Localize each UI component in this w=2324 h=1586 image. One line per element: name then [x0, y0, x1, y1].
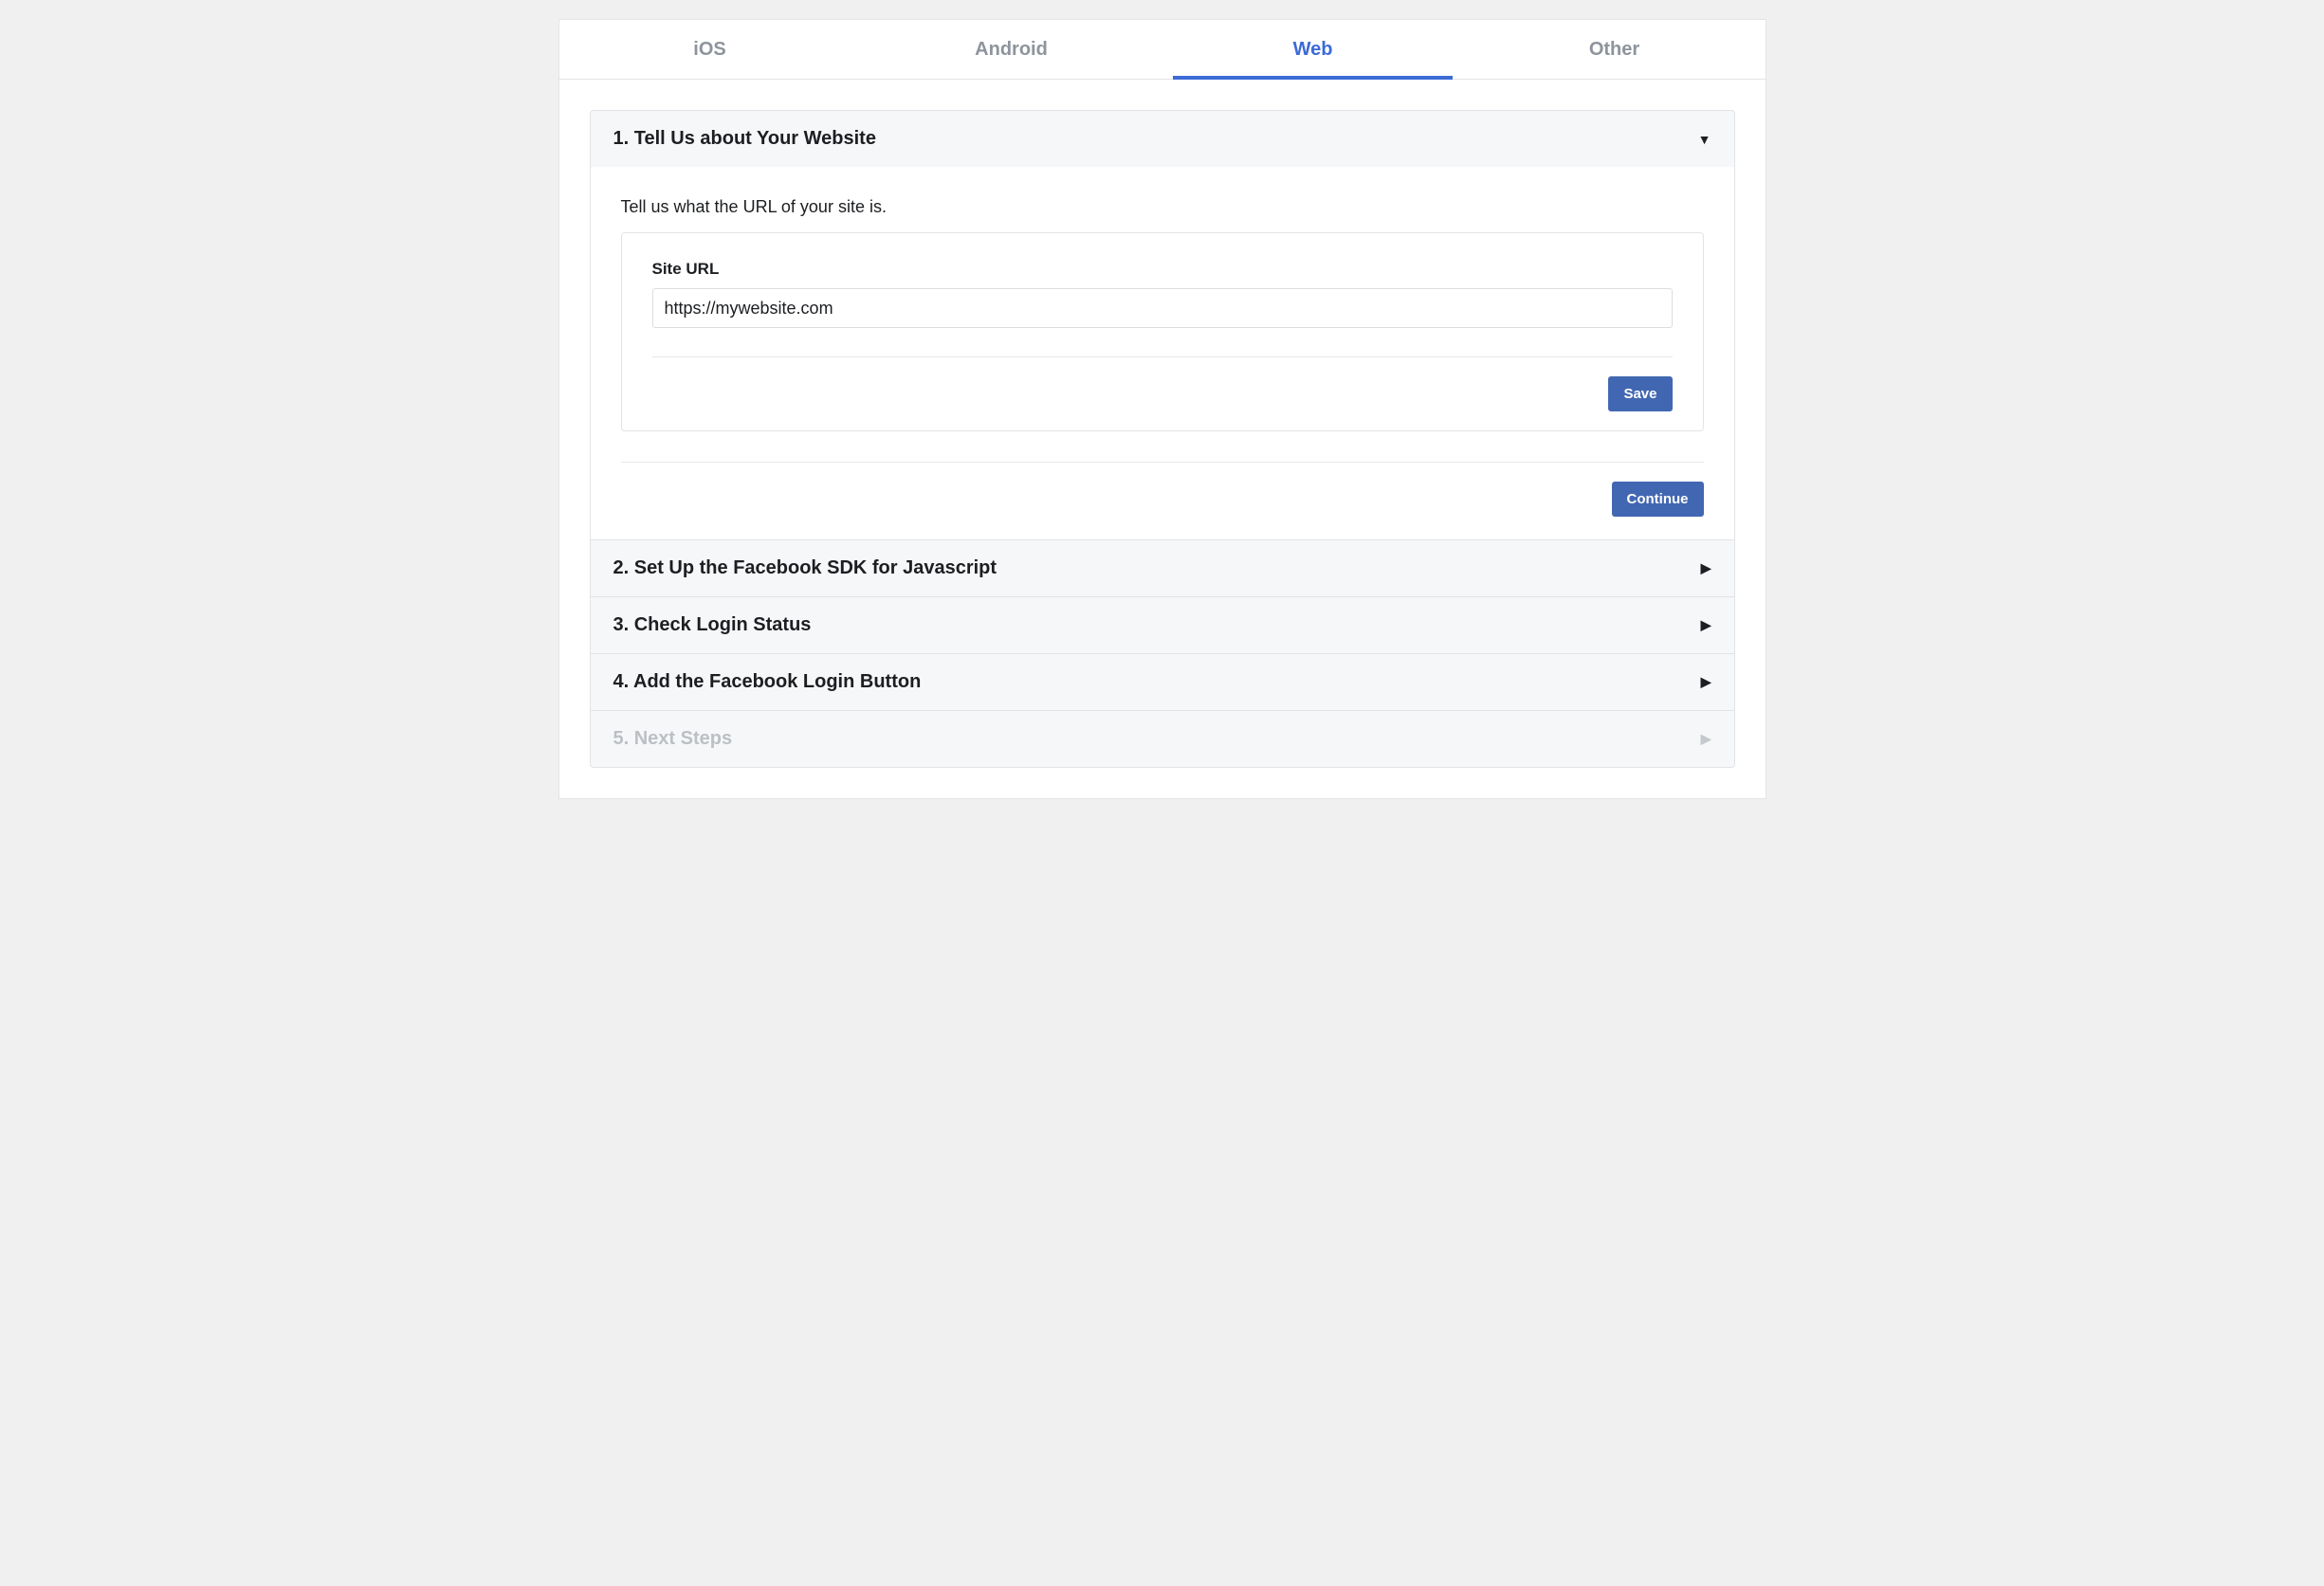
- step-4: 4. Add the Facebook Login Button ▶: [591, 654, 1734, 711]
- step-1-header[interactable]: 1. Tell Us about Your Website ▼: [591, 111, 1734, 167]
- site-url-label: Site URL: [652, 260, 1673, 279]
- content-area: 1. Tell Us about Your Website ▼ Tell us …: [559, 80, 1766, 798]
- step-title: 1. Tell Us about Your Website: [613, 128, 876, 150]
- step-3: 3. Check Login Status ▶: [591, 597, 1734, 654]
- site-url-card: Site URL Save: [621, 232, 1704, 431]
- step-1: 1. Tell Us about Your Website ▼ Tell us …: [591, 111, 1734, 540]
- step-2: 2. Set Up the Facebook SDK for Javascrip…: [591, 540, 1734, 597]
- step-title: 4. Add the Facebook Login Button: [613, 671, 922, 693]
- tab-label: Web: [1293, 39, 1333, 61]
- chevron-right-icon: ▶: [1701, 731, 1711, 747]
- step-2-header[interactable]: 2. Set Up the Facebook SDK for Javascrip…: [591, 540, 1734, 596]
- site-url-input[interactable]: [652, 288, 1673, 328]
- continue-button[interactable]: Continue: [1612, 482, 1704, 517]
- tab-other[interactable]: Other: [1464, 20, 1766, 79]
- platform-setup-panel: iOS Android Web Other 1. Tell Us about Y…: [558, 19, 1766, 799]
- tab-label: Android: [975, 39, 1048, 61]
- tab-label: iOS: [693, 39, 725, 61]
- save-button[interactable]: Save: [1608, 376, 1672, 411]
- divider: [621, 462, 1704, 463]
- step-3-header[interactable]: 3. Check Login Status ▶: [591, 597, 1734, 653]
- setup-steps-accordion: 1. Tell Us about Your Website ▼ Tell us …: [590, 110, 1735, 768]
- tab-web[interactable]: Web: [1162, 20, 1464, 79]
- step-intro-text: Tell us what the URL of your site is.: [621, 197, 1704, 217]
- step-title: 2. Set Up the Facebook SDK for Javascrip…: [613, 557, 997, 579]
- chevron-right-icon: ▶: [1701, 617, 1711, 633]
- tab-android[interactable]: Android: [861, 20, 1162, 79]
- step-5-header: 5. Next Steps ▶: [591, 711, 1734, 767]
- chevron-down-icon: ▼: [1698, 132, 1711, 147]
- step-5: 5. Next Steps ▶: [591, 711, 1734, 767]
- chevron-right-icon: ▶: [1701, 560, 1711, 576]
- step-1-body: Tell us what the URL of your site is. Si…: [591, 167, 1734, 539]
- divider: [652, 356, 1673, 357]
- platform-tabs: iOS Android Web Other: [559, 20, 1766, 80]
- tab-ios[interactable]: iOS: [559, 20, 861, 79]
- step-title: 3. Check Login Status: [613, 614, 812, 636]
- step-title: 5. Next Steps: [613, 728, 733, 750]
- chevron-right-icon: ▶: [1701, 674, 1711, 690]
- tab-label: Other: [1589, 39, 1639, 61]
- step-4-header[interactable]: 4. Add the Facebook Login Button ▶: [591, 654, 1734, 710]
- body-actions: Continue: [621, 482, 1704, 517]
- card-actions: Save: [652, 376, 1673, 411]
